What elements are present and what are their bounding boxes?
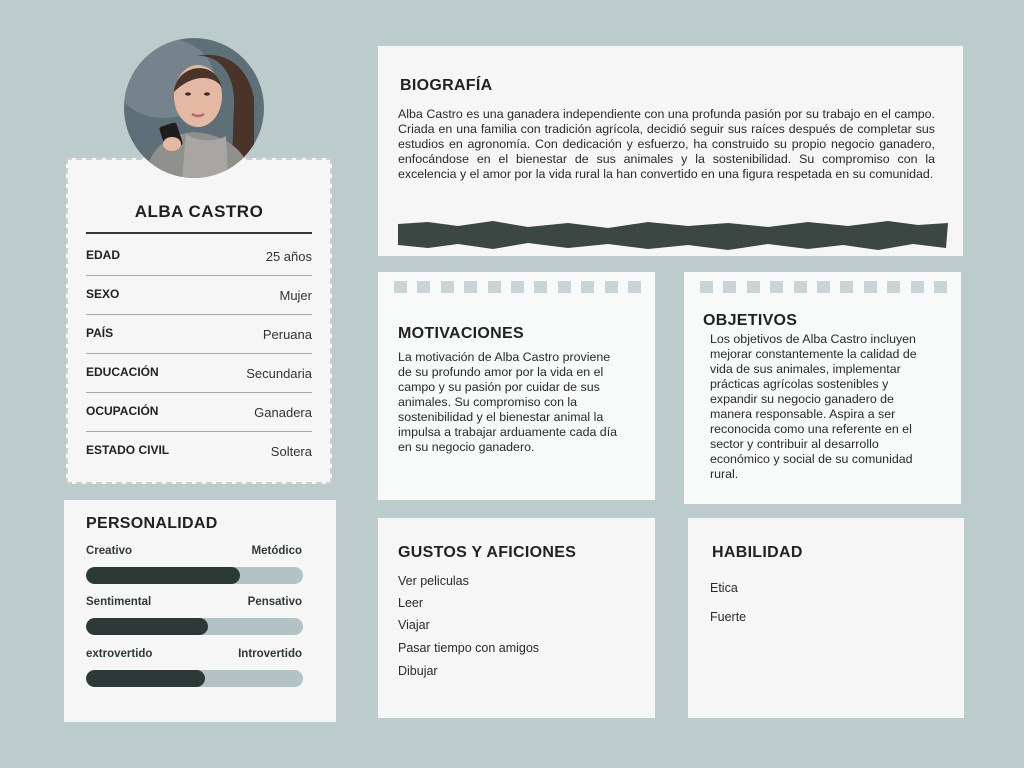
- personality-title: PERSONALIDAD: [86, 515, 218, 532]
- biography-text: Alba Castro es una ganadera independient…: [398, 107, 935, 181]
- profile-label: EDUCACIÓN: [86, 365, 159, 379]
- objetivos-title: OBJETIVOS: [703, 312, 798, 329]
- profile-row-edad: EDAD 25 años: [86, 236, 312, 276]
- avatar-photo: [124, 38, 264, 178]
- profile-label: PAÍS: [86, 326, 114, 340]
- profile-row-pais: PAÍS Peruana: [86, 314, 312, 354]
- trait-right-label: Pensativo: [247, 596, 302, 608]
- habilidad-card: HABILIDAD Etica Fuerte: [688, 518, 964, 718]
- trait-left-label: Sentimental: [86, 596, 152, 608]
- profile-row-educacion: EDUCACIÓN Secundaria: [86, 353, 312, 393]
- trait-bar-fill: [86, 618, 208, 635]
- profile-value: Ganadera: [254, 405, 312, 420]
- avatar: [124, 38, 264, 178]
- torn-paper-strip: [398, 221, 948, 250]
- profile-row-sexo: SEXO Mujer: [86, 275, 312, 315]
- trait-bar-fill: [86, 670, 206, 687]
- profile-divider: [86, 232, 312, 234]
- objetivos-text: Los objetivos de Alba Castro incluyen me…: [710, 332, 917, 481]
- profile-value: Soltera: [270, 444, 312, 459]
- list-item: Leer: [398, 596, 424, 610]
- profile-label: ESTADO CIVIL: [86, 443, 170, 457]
- list-item: Dibujar: [398, 664, 438, 678]
- profile-value: Peruana: [262, 327, 312, 342]
- profile-value: Secundaria: [246, 366, 312, 381]
- notebook-holes: [700, 281, 947, 293]
- gustos-card: GUSTOS Y AFICIONES Ver peliculas Leer Vi…: [378, 518, 655, 718]
- list-item: Fuerte: [710, 610, 747, 624]
- list-item: Pasar tiempo con amigos: [398, 641, 540, 655]
- profile-label: SEXO: [86, 287, 120, 301]
- motivaciones-text: La motivación de Alba Castro proviene de…: [398, 350, 618, 454]
- trait-bar-sentimental-pensativo: [86, 618, 303, 635]
- objetivos-card: OBJETIVOS Los objetivos de Alba Castro i…: [684, 272, 961, 504]
- gustos-title: GUSTOS Y AFICIONES: [398, 544, 577, 561]
- trait-left-label: Creativo: [86, 545, 133, 557]
- profile-card: ALBA CASTRO EDAD 25 años SEXO Mujer PAÍS…: [66, 158, 332, 484]
- profile-row-ocupacion: OCUPACIÓN Ganadera: [86, 392, 312, 432]
- trait-right-label: Introvertido: [238, 648, 302, 660]
- trait-right-label: Metódico: [251, 545, 302, 557]
- profile-value: 25 años: [265, 249, 312, 264]
- profile-label: EDAD: [86, 248, 121, 262]
- habilidad-title: HABILIDAD: [712, 544, 803, 561]
- trait-left-label: extrovertido: [86, 648, 153, 660]
- trait-bar-extrovertido-introvertido: [86, 670, 303, 687]
- profile-name: ALBA CASTRO: [134, 202, 264, 221]
- profile-row-estado-civil: ESTADO CIVIL Soltera: [86, 431, 312, 470]
- profile-value: Mujer: [279, 288, 312, 303]
- profile-label: OCUPACIÓN: [86, 404, 159, 418]
- trait-bar-fill: [86, 567, 241, 584]
- trait-bar-creativo-metodico: [86, 567, 303, 584]
- notebook-holes: [394, 281, 641, 293]
- biography-card: BIOGRAFÍA Alba Castro es una ganadera in…: [378, 46, 963, 256]
- list-item: Viajar: [398, 618, 430, 632]
- biography-title: BIOGRAFÍA: [400, 77, 493, 94]
- list-item: Etica: [710, 581, 738, 595]
- personality-card: PERSONALIDAD Creativo Metódico Sentiment…: [64, 500, 336, 722]
- motivaciones-card: MOTIVACIONES La motivación de Alba Castr…: [378, 272, 655, 500]
- motivaciones-title: MOTIVACIONES: [398, 325, 524, 342]
- list-item: Ver peliculas: [398, 574, 469, 588]
